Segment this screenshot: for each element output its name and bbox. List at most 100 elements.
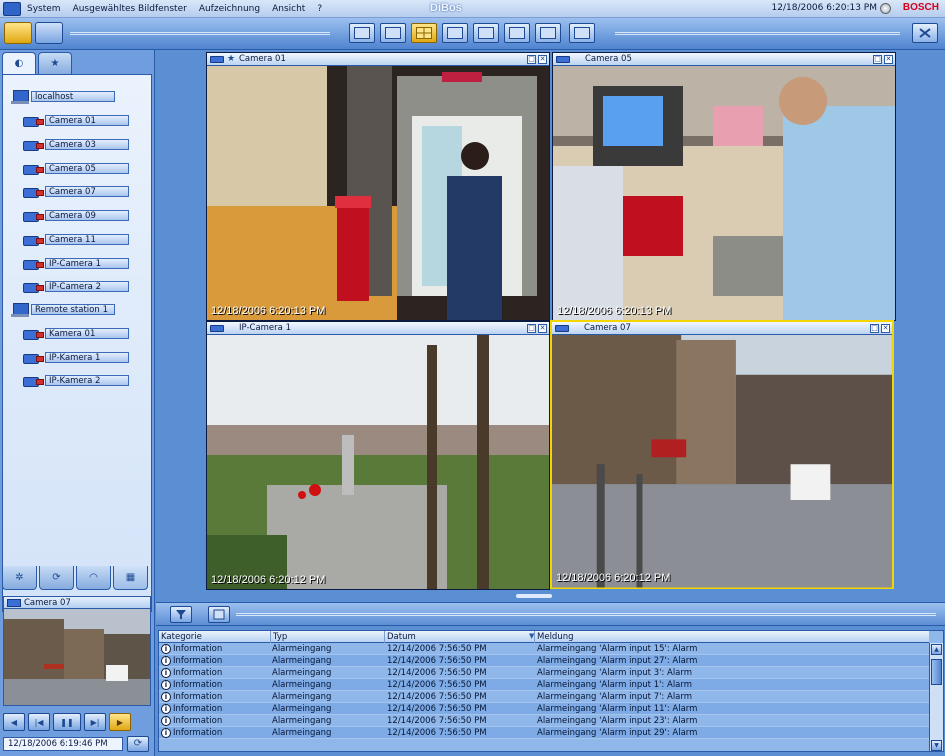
play-button[interactable]: ▶ [109, 713, 131, 731]
close-button[interactable]: ✕ [538, 324, 547, 333]
table-row[interactable]: i Information Alarmeingang 12/14/2006 7:… [159, 655, 929, 667]
step-back-button[interactable]: |◀ [28, 713, 50, 731]
close-button[interactable]: ✕ [538, 55, 547, 64]
table-row[interactable]: i Information Alarmeingang 12/14/2006 7:… [159, 703, 929, 715]
tree-node-localhost[interactable]: localhost [11, 89, 115, 104]
camera-icon [23, 328, 44, 340]
camera-icon [23, 115, 44, 127]
table-row[interactable]: i Information Alarmeingang 12/14/2006 7:… [159, 667, 929, 679]
video-window-ip-camera-1[interactable]: IP-Camera 1 □ ✕ 12/18/2006 6:20:12 PM [206, 321, 550, 590]
layout-4x3-button[interactable] [473, 23, 499, 43]
maximize-button[interactable]: □ [527, 324, 536, 333]
tree-node-camera[interactable]: IP-Camera 2 [23, 280, 129, 293]
tree-node-camera[interactable]: IP-Camera 1 [23, 257, 129, 270]
brand-logo: BOSCH [902, 2, 939, 13]
cell-category: Information [173, 692, 223, 702]
toolbar-close-button[interactable] [912, 23, 938, 43]
splitter-handle[interactable] [516, 594, 552, 598]
log-view-button[interactable] [208, 606, 230, 623]
menu-system[interactable]: System [27, 4, 61, 14]
log-vertical-scrollbar[interactable]: ▲ ▼ [929, 643, 943, 751]
preview-window[interactable]: Camera 07 [3, 596, 151, 706]
menu-selected-window[interactable]: Ausgewähltes Bildfenster [73, 4, 187, 14]
layout-4x4-button[interactable] [504, 23, 530, 43]
refresh-button[interactable]: ⟳ [127, 736, 149, 752]
cell-date: 12/14/2006 7:56:50 PM [387, 704, 487, 714]
film-icon: ▦ [125, 572, 136, 583]
tree-node-camera[interactable]: Camera 11 [23, 233, 129, 246]
live-mode-button[interactable] [4, 22, 32, 44]
menu-view[interactable]: Ansicht [272, 4, 305, 14]
cell-message: Alarmeingang 'Alarm input 27': Alarm [537, 656, 698, 666]
scroll-down-button[interactable]: ▼ [931, 740, 942, 751]
column-header-category[interactable]: Kategorie [159, 631, 271, 643]
info-icon: i [161, 728, 171, 738]
layout-dropdown-button[interactable] [535, 23, 561, 43]
layout-1x1-button[interactable] [380, 23, 406, 43]
tab-cameras[interactable]: ◐ [2, 52, 36, 74]
tab-playback[interactable]: ▦ [113, 566, 148, 590]
step-forward-button[interactable]: ▶| [84, 713, 106, 731]
camera-icon [23, 281, 44, 293]
tree-node-camera[interactable]: Camera 07 [23, 185, 129, 198]
maximize-button[interactable]: □ [870, 324, 879, 333]
tab-dome[interactable]: ◠ [76, 566, 111, 590]
tree-node-remote-station[interactable]: Remote station 1 [11, 302, 115, 317]
fullscreen-button[interactable] [349, 23, 375, 43]
pause-button[interactable]: ❚❚ [53, 713, 81, 731]
grid-2x2-icon [416, 27, 432, 39]
tab-refresh[interactable]: ⟳ [39, 566, 74, 590]
layout-2x2-button[interactable] [411, 23, 437, 43]
tab-ptz[interactable]: ✲ [2, 566, 37, 590]
tree-node-camera[interactable]: Kamera 01 [23, 327, 129, 340]
menu-help[interactable]: ? [317, 4, 322, 14]
column-header-type[interactable]: Typ [271, 631, 385, 643]
table-row[interactable]: i Information Alarmeingang 12/14/2006 7:… [159, 727, 929, 739]
tree-label: IP-Kamera 1 [45, 352, 129, 363]
computer-icon [11, 89, 29, 104]
ip-camera-1-image [207, 335, 549, 589]
tree-node-camera[interactable]: IP-Kamera 2 [23, 374, 129, 387]
tree-node-camera[interactable]: Camera 01 [23, 114, 129, 127]
dome-icon: ◠ [89, 572, 98, 583]
cell-category: Information [173, 644, 223, 654]
table-row[interactable]: i Information Alarmeingang 12/14/2006 7:… [159, 691, 929, 703]
video-window-camera-01[interactable]: ★ Camera 01 □ ✕ 12/18/2006 6:20:13 PM [206, 52, 550, 321]
camera-01-image [207, 66, 549, 320]
tree-node-camera[interactable]: IP-Kamera 1 [23, 351, 129, 364]
playback-mode-button[interactable] [35, 22, 63, 44]
maximize-button[interactable]: □ [527, 55, 536, 64]
app-icon [3, 1, 21, 16]
close-button[interactable]: ✕ [881, 324, 890, 333]
column-header-message[interactable]: Meldung [535, 631, 929, 643]
maximize-button[interactable]: □ [873, 55, 882, 64]
info-icon: i [161, 668, 171, 678]
tree-node-camera[interactable]: Camera 05 [23, 162, 129, 175]
scroll-up-button[interactable]: ▲ [931, 644, 942, 655]
table-row[interactable]: i Information Alarmeingang 12/14/2006 7:… [159, 715, 929, 727]
menu-recording[interactable]: Aufzeichnung [199, 4, 260, 14]
column-header-date[interactable]: Datum [385, 631, 535, 643]
playback-controls: ◀ |◀ ❚❚ ▶| ▶ [3, 710, 153, 734]
cell-message: Alarmeingang 'Alarm input 3': Alarm [537, 668, 693, 678]
computer-icon [11, 302, 29, 317]
tree-node-camera[interactable]: Camera 03 [23, 138, 129, 151]
video-window-camera-05[interactable]: Camera 05 □ ✕ 12/18/2006 6:20:13 PM [552, 52, 896, 321]
camera-icon [555, 325, 569, 332]
rewind-button[interactable]: ◀ [3, 713, 25, 731]
cell-date: 12/14/2006 7:56:50 PM [387, 644, 487, 654]
layout-3x3-button[interactable] [442, 23, 468, 43]
scroll-thumb[interactable] [931, 659, 942, 685]
pane-splitter[interactable] [156, 594, 945, 600]
info-icon: i [161, 656, 171, 666]
close-button[interactable]: ✕ [884, 55, 893, 64]
tree-node-camera[interactable]: Camera 09 [23, 209, 129, 222]
video-timestamp: 12/18/2006 6:20:12 PM [556, 572, 671, 584]
tab-favorites[interactable]: ★ [38, 52, 72, 74]
video-window-camera-07[interactable]: Camera 07 □ ✕ 12/18/2006 6:20:12 PM [550, 320, 894, 589]
info-icon: i [161, 704, 171, 714]
table-row[interactable]: i Information Alarmeingang 12/14/2006 7:… [159, 679, 929, 691]
filter-button[interactable] [170, 606, 192, 623]
table-row[interactable]: i Information Alarmeingang 12/14/2006 7:… [159, 643, 929, 655]
window-sequence-button[interactable] [569, 23, 595, 43]
